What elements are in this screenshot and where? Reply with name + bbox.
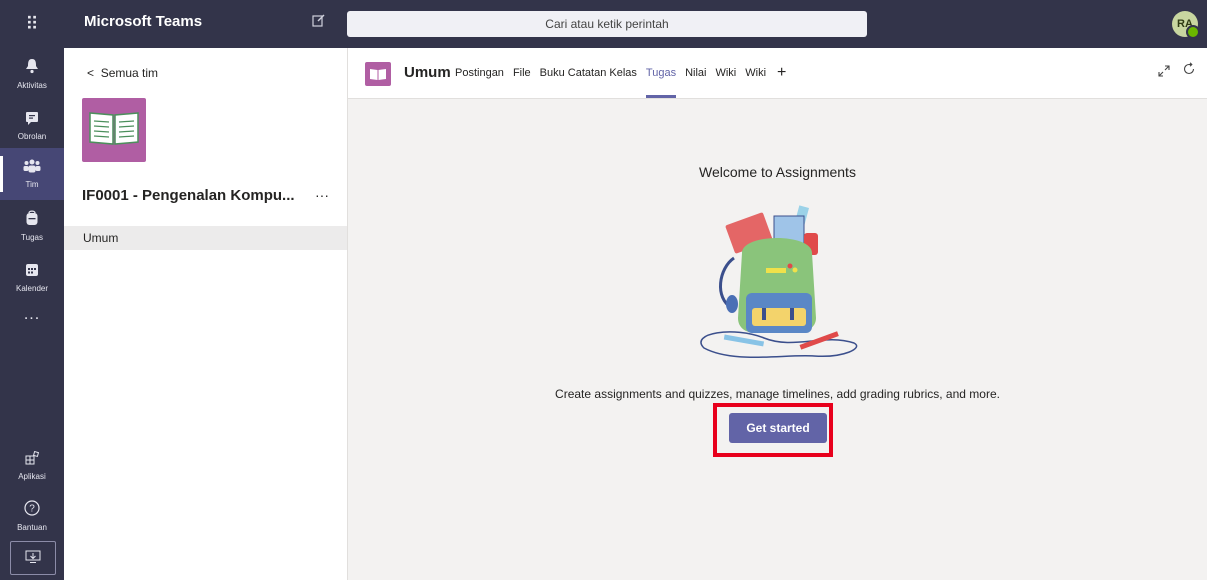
refresh-icon[interactable] [1182, 62, 1196, 79]
tab-nilai[interactable]: Nilai [685, 48, 706, 98]
rail-item-label: Tugas [21, 233, 43, 242]
book-icon [88, 110, 140, 151]
app-title: Microsoft Teams [84, 13, 203, 30]
welcome-title: Welcome to Assignments [699, 164, 856, 180]
rail-item-label: Aplikasi [18, 472, 46, 481]
team-more-options-button[interactable]: ··· [315, 187, 329, 203]
chevron-left-icon: < [87, 66, 101, 80]
assignments-description: Create assignments and quizzes, manage t… [555, 387, 1000, 401]
channel-header: Umum Postingan File Buku Catatan Kelas T… [348, 48, 1207, 99]
channel-item-umum[interactable]: Umum [64, 226, 347, 250]
avatar[interactable]: RA [1172, 11, 1200, 39]
channel-tabs: Postingan File Buku Catatan Kelas Tugas … [455, 48, 786, 98]
team-avatar[interactable] [82, 98, 146, 162]
rail-item-calendar[interactable]: Kalender [0, 252, 64, 304]
tab-file[interactable]: File [513, 48, 531, 98]
rail-item-label: Kalender [15, 284, 49, 293]
team-panel: < Semua tim IF0001 - Pengenalan Kompu...… [64, 48, 348, 580]
main-content: Umum Postingan File Buku Catatan Kelas T… [348, 48, 1207, 580]
backpack-icon [25, 210, 39, 231]
teams-icon [23, 159, 41, 178]
add-tab-icon[interactable]: + [777, 64, 786, 82]
expand-icon[interactable] [1157, 64, 1171, 81]
new-chat-icon[interactable] [312, 13, 326, 32]
download-app-button[interactable] [10, 541, 56, 575]
bell-icon [25, 58, 39, 79]
tab-wiki[interactable]: Wiki [715, 48, 736, 98]
search-input[interactable]: Cari atau ketik perintah [347, 11, 867, 37]
top-bar: ⠿ Microsoft Teams Cari atau ketik perint… [0, 0, 1207, 48]
channel-title: Umum [404, 64, 451, 81]
rail-item-label: Bantuan [17, 523, 47, 532]
get-started-button[interactable]: Get started [729, 413, 827, 443]
rail-item-label: Obrolan [17, 132, 47, 141]
rail-item-label: Tim [25, 180, 39, 189]
rail-item-apps[interactable]: Aplikasi [0, 440, 64, 492]
status-available-icon [1186, 25, 1200, 39]
rail-item-assignments[interactable]: Tugas [0, 200, 64, 252]
backpack-illustration [694, 198, 864, 368]
help-icon: ? [24, 500, 40, 521]
all-teams-label: Semua tim [100, 66, 159, 80]
svg-text:?: ? [29, 504, 35, 515]
rail-item-label: Aktivitas [17, 81, 47, 90]
calendar-icon [25, 263, 39, 282]
rail-item-teams[interactable]: Tim [0, 148, 64, 200]
tab-buku-catatan-kelas[interactable]: Buku Catatan Kelas [540, 48, 637, 98]
app-rail: Aktivitas Obrolan Tim Tugas Kalender ...… [0, 48, 64, 580]
rail-item-chat[interactable]: Obrolan [0, 100, 64, 152]
app-launcher-icon[interactable]: ⠿ [0, 0, 64, 48]
channel-book-icon [365, 62, 391, 86]
channel-label: Umum [83, 231, 119, 245]
all-teams-link[interactable]: < Semua tim [87, 66, 158, 80]
tab-tugas[interactable]: Tugas [645, 48, 677, 98]
rail-item-help[interactable]: ? Bantuan [0, 490, 64, 542]
more-apps-icon[interactable]: ... [0, 306, 64, 324]
chat-icon [25, 111, 39, 130]
tab-postingan[interactable]: Postingan [455, 48, 504, 98]
team-name: IF0001 - Pengenalan Kompu... [82, 187, 295, 204]
apps-icon [25, 450, 40, 470]
tab-wiki-2[interactable]: Wiki [745, 48, 766, 98]
download-icon [25, 550, 41, 567]
rail-item-activity[interactable]: Aktivitas [0, 48, 64, 100]
